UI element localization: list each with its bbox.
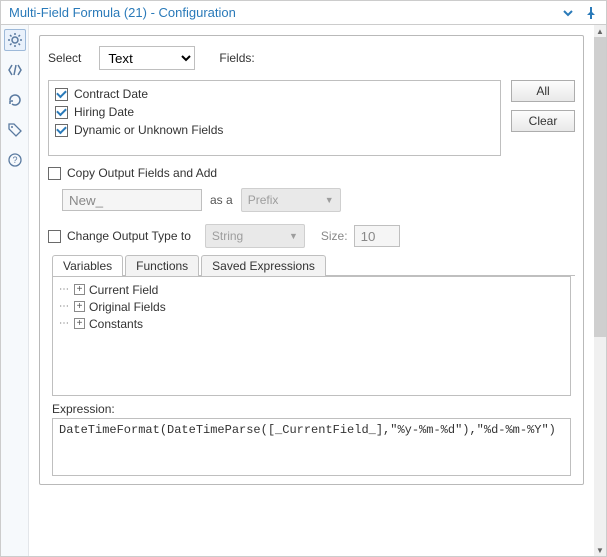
select-type-dropdown[interactable]: Text [99,46,195,70]
svg-text:?: ? [12,155,17,165]
tree-label: Current Field [89,283,158,297]
checkbox-icon[interactable] [55,124,68,137]
tree-label: Original Fields [89,300,166,314]
size-label: Size: [321,229,348,243]
tree-connector-icon: ⋯ [59,318,68,329]
fields-list[interactable]: Contract Date Hiring Date Dynamic or Unk… [48,80,501,156]
scrollbar-up[interactable]: ▲ [594,25,606,37]
fields-label: Fields: [219,51,254,65]
field-label: Contract Date [74,87,148,101]
expression-editor[interactable]: DateTimeFormat(DateTimeParse([_CurrentFi… [52,418,571,476]
checkbox-icon[interactable] [55,88,68,101]
copy-output-label: Copy Output Fields and Add [67,166,217,180]
change-type-checkbox[interactable] [48,230,61,243]
checkbox-icon[interactable] [55,106,68,119]
copy-output-checkbox[interactable] [48,167,61,180]
left-tool-sidebar: ? [1,25,29,556]
select-label: Select [48,51,81,65]
prefix-input [62,189,202,211]
tree-item[interactable]: ⋯ + Current Field [59,281,564,298]
field-checkbox-row[interactable]: Hiring Date [55,103,494,121]
tab-functions[interactable]: Functions [125,255,199,276]
expression-text: DateTimeFormat(DateTimeParse([_CurrentFi… [59,423,556,437]
change-type-label: Change Output Type to [67,229,191,243]
tag-icon[interactable] [4,119,26,141]
tree-label: Constants [89,317,143,331]
tree-item[interactable]: ⋯ + Constants [59,315,564,332]
output-type-dropdown: String▼ [205,224,305,248]
window-title: Multi-Field Formula (21) - Configuration [9,5,236,20]
tab-saved-expressions[interactable]: Saved Expressions [201,255,326,276]
expand-icon[interactable]: + [74,284,85,295]
field-checkbox-row[interactable]: Contract Date [55,85,494,103]
clear-button[interactable]: Clear [511,110,575,132]
config-icon[interactable] [4,29,26,51]
variables-tree[interactable]: ⋯ + Current Field ⋯ + Original Fields ⋯ … [52,276,571,396]
tree-connector-icon: ⋯ [59,301,68,312]
prefix-suffix-dropdown: Prefix▼ [241,188,341,212]
field-checkbox-row[interactable]: Dynamic or Unknown Fields [55,121,494,139]
expand-icon[interactable]: + [74,301,85,312]
scrollbar-thumb[interactable] [594,37,606,337]
tree-item[interactable]: ⋯ + Original Fields [59,298,564,315]
help-icon[interactable]: ? [4,149,26,171]
refresh-icon[interactable] [4,89,26,111]
size-input [354,225,400,247]
as-a-label: as a [210,193,233,207]
all-button[interactable]: All [511,80,575,102]
tree-connector-icon: ⋯ [59,284,68,295]
scrollbar-down[interactable]: ▼ [594,544,606,556]
xml-icon[interactable] [4,59,26,81]
tab-variables[interactable]: Variables [52,255,123,276]
collapse-icon[interactable] [562,7,574,19]
pin-icon[interactable] [584,6,598,20]
config-groupbox: Select Text Fields: Contract Date [39,35,584,485]
expand-icon[interactable]: + [74,318,85,329]
field-label: Hiring Date [74,105,134,119]
window-titlebar: Multi-Field Formula (21) - Configuration [1,1,606,25]
expression-label: Expression: [52,402,571,416]
field-label: Dynamic or Unknown Fields [74,123,223,137]
